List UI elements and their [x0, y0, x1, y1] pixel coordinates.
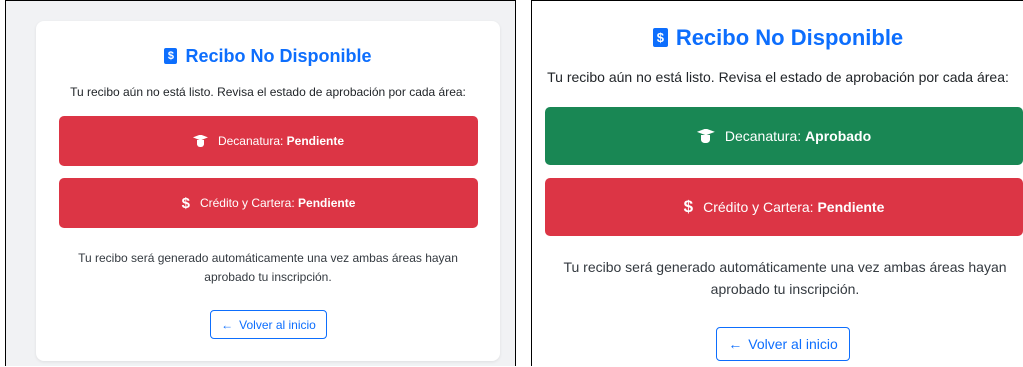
left-screenshot-panel: Recibo No Disponible Tu recibo aún no es… — [5, 0, 516, 366]
receipt-card: Recibo No Disponible Tu recibo aún no es… — [36, 21, 500, 361]
dollar-icon: $ — [683, 197, 694, 216]
decanatura-label: Decanatura: Aprobado — [724, 128, 872, 144]
arrow-left-icon: ← — [221, 317, 234, 332]
page-title-text: Recibo No Disponible — [675, 25, 904, 50]
graduation-cap-icon — [192, 134, 208, 148]
credito-cartera-label: Crédito y Cartera: Pendiente — [199, 196, 356, 210]
credito-cartera-status: $ Crédito y Cartera: Pendiente — [545, 178, 1023, 236]
graduation-cap-icon — [696, 128, 715, 144]
intro-text: Tu recibo aún no está listo. Revisa el e… — [70, 85, 466, 99]
arrow-left-icon: ← — [728, 336, 743, 352]
back-home-label: Volver al inicio — [239, 317, 316, 332]
info-text: Tu recibo será generado automáticamente … — [563, 259, 1007, 297]
intro-text: Tu recibo aún no está listo. Revisa el e… — [547, 69, 1009, 85]
page-title: Recibo No Disponible — [532, 25, 1023, 51]
credito-cartera-label: Crédito y Cartera: Pendiente — [703, 199, 885, 215]
credito-cartera-status-value: Pendiente — [298, 196, 356, 210]
decanatura-label: Decanatura: Pendiente — [217, 134, 345, 148]
credito-cartera-status-value: Pendiente — [817, 199, 885, 215]
decanatura-status: Decanatura: Aprobado — [545, 107, 1023, 165]
page-title: Recibo No Disponible — [36, 46, 500, 67]
right-screenshot-panel: Recibo No Disponible Tu recibo aún no es… — [531, 0, 1023, 367]
back-home-button[interactable]: ← Volver al inicio — [210, 310, 327, 339]
file-invoice-dollar-icon — [164, 48, 178, 64]
dollar-icon: $ — [181, 194, 190, 212]
decanatura-status-value: Pendiente — [286, 134, 345, 148]
file-invoice-dollar-icon — [652, 28, 668, 47]
receipt-card: Recibo No Disponible Tu recibo aún no es… — [532, 1, 1023, 367]
back-home-label: Volver al inicio — [748, 336, 838, 352]
back-home-button[interactable]: ← Volver al inicio — [716, 327, 850, 361]
decanatura-status: Decanatura: Pendiente — [59, 116, 478, 166]
info-text: Tu recibo será generado automáticamente … — [78, 251, 458, 284]
page-title-text: Recibo No Disponible — [185, 46, 372, 66]
decanatura-status-value: Aprobado — [805, 128, 872, 144]
credito-cartera-status: $ Crédito y Cartera: Pendiente — [59, 178, 478, 228]
